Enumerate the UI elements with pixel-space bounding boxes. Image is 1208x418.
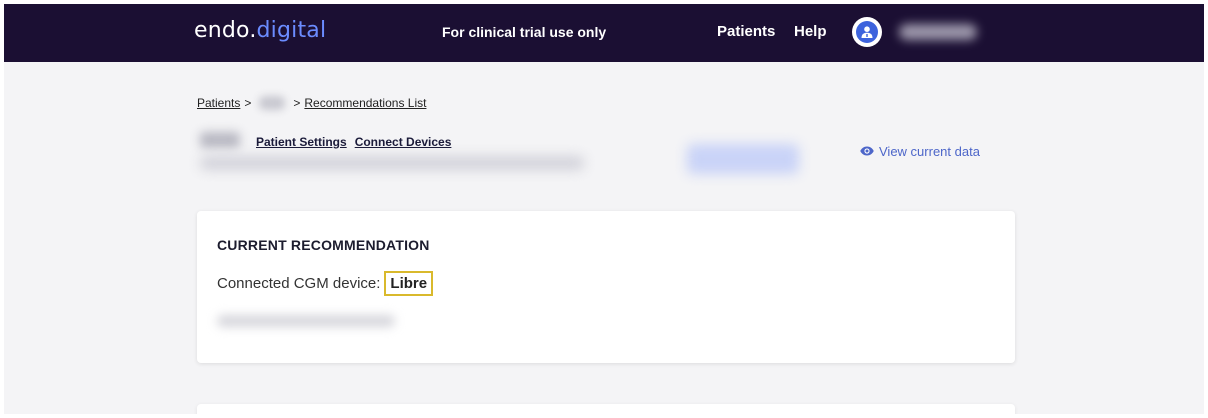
breadcrumb-patient-redacted[interactable] — [259, 96, 286, 110]
recommendation-text-redacted — [217, 315, 395, 327]
user-doctor-icon — [856, 21, 878, 43]
patient-settings-link[interactable]: Patient Settings — [256, 135, 347, 149]
connect-devices-link[interactable]: Connect Devices — [355, 135, 452, 149]
app-logo[interactable]: endo.digital — [194, 18, 326, 43]
card-title: CURRENT RECOMMENDATION — [217, 237, 430, 253]
view-current-data-label: View current data — [879, 144, 980, 159]
patient-name-redacted — [200, 132, 240, 148]
breadcrumb-patients-link[interactable]: Patients — [197, 96, 240, 110]
breadcrumb-separator: > — [293, 96, 301, 110]
current-recommendation-card: CURRENT RECOMMENDATION Connected CGM dev… — [197, 211, 1015, 363]
trial-notice: For clinical trial use only — [442, 24, 607, 40]
patient-details-redacted — [200, 156, 584, 170]
cgm-device-row: Connected CGM device: Libre — [217, 271, 434, 296]
logo-accent-text: digital — [256, 18, 327, 43]
next-card — [197, 404, 1015, 414]
top-navigation-bar: endo.digital For clinical trial use only… — [4, 4, 1204, 62]
username-redacted — [899, 24, 977, 40]
breadcrumb-separator: > — [244, 96, 252, 110]
redacted-button[interactable] — [687, 144, 799, 174]
logo-main-text: endo. — [194, 18, 257, 43]
view-current-data-link[interactable]: View current data — [860, 144, 980, 159]
nav-patients-link[interactable]: Patients — [717, 23, 775, 40]
user-avatar[interactable] — [852, 17, 882, 47]
app-viewport: endo.digital For clinical trial use only… — [4, 4, 1204, 414]
cgm-device-value: Libre — [384, 271, 434, 296]
breadcrumb: Patients > > Recommendations List — [197, 96, 426, 110]
eye-icon — [860, 144, 874, 159]
breadcrumb-recommendations-link[interactable]: Recommendations List — [304, 96, 426, 110]
cgm-device-label: Connected CGM device: — [217, 275, 381, 292]
patient-sub-links: Patient Settings Connect Devices — [256, 135, 451, 149]
nav-help-link[interactable]: Help — [794, 23, 827, 40]
